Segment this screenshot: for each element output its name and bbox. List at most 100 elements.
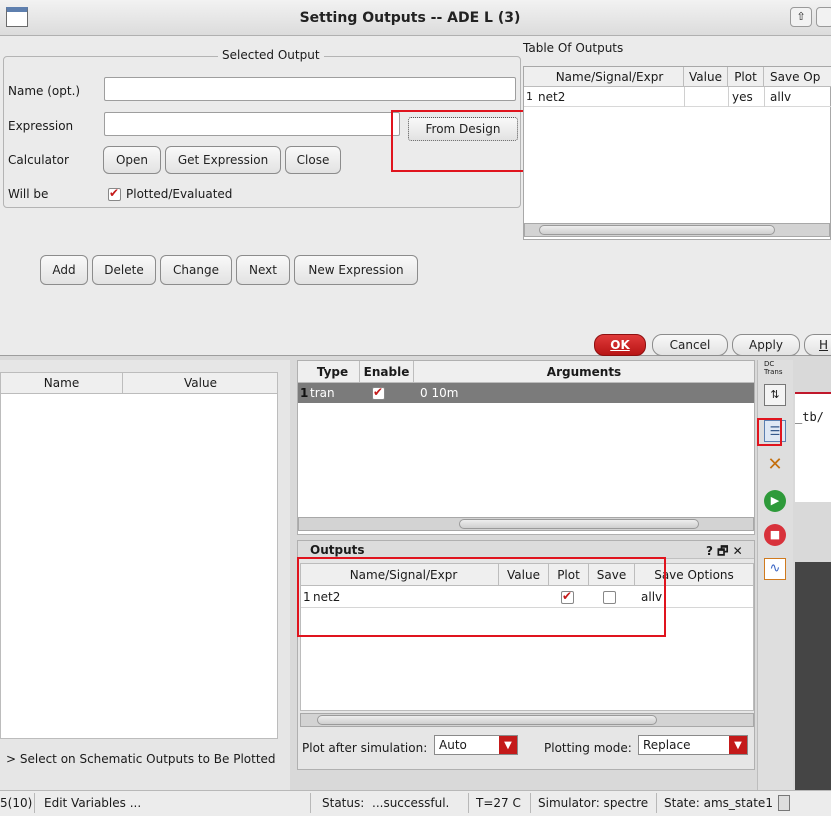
analyses-col-type: Type [306,361,360,382]
table-of-outputs-label: Table Of Outputs [523,41,624,55]
status-temperature: T=27 C [476,796,521,810]
outputs-title: Outputs [310,543,365,557]
analyses-enable-checkbox[interactable] [372,385,385,400]
expression-label: Expression [8,119,74,133]
apply-button[interactable]: Apply [732,334,800,356]
help-label: H [819,338,829,352]
toc-col-value: Value [684,67,728,86]
plot-after-label: Plot after simulation: [302,741,428,755]
analyses-row[interactable]: 1 tran 0 10m [298,383,754,403]
variables-col-name: Name [1,373,123,393]
analyses-scroll-thumb[interactable] [459,519,699,529]
outputs-plot-checkbox[interactable] [561,589,574,604]
run-icon[interactable]: ▶ [764,490,786,512]
right-pane-upper: _tb/ [795,392,831,502]
path-fragment: _tb/ [795,410,824,424]
dialog-title-bar: Setting Outputs -- ADE L (3) ⇧ [0,0,831,36]
waveform-icon[interactable]: ∿ [764,558,786,580]
add-button[interactable]: Add [40,255,88,285]
table-of-outputs-scroll-thumb[interactable] [539,225,775,235]
plot-after-value: Auto [439,738,467,752]
outputs-panel: Outputs ? 🗗 ✕ Name/Signal/Expr Value Plo… [297,540,755,770]
setup-outputs-icon[interactable]: ☰ [764,420,786,442]
analyses-header: Type Enable Arguments [298,361,754,383]
plot-after-select[interactable]: Auto ▼ [434,735,518,755]
analyses-h-scrollbar[interactable] [298,517,754,531]
table-of-outputs: Name/Signal/Expr Value Plot Save Op 1 ne… [523,66,831,240]
plot-after-dropdown-icon: ▼ [499,736,517,754]
from-design-button[interactable]: From Design [408,117,518,141]
variables-panel: Name Value > Select on Schematic Outputs… [0,360,290,795]
variables-table-header: Name Value [0,372,278,394]
outputs-col-name: Name/Signal/Expr [309,564,499,585]
name-label: Name (opt.) [8,84,81,98]
outputs-col-save-options: Save Options [654,567,734,582]
setting-outputs-dialog: Setting Outputs -- ADE L (3) ⇧ Selected … [0,0,831,356]
calculator-close-button[interactable]: Close [285,146,341,174]
plotted-evaluated-label: Plotted/Evaluated [126,187,233,201]
dc-trans-label: DC Trans [764,360,783,376]
outputs-table: Name/Signal/Expr Value Plot Save Save Op… [300,563,754,711]
ok-button[interactable]: OK [594,334,646,356]
will-be-label: Will be [8,187,49,201]
outputs-row-name: net2 [313,590,341,604]
cancel-button[interactable]: Cancel [652,334,728,356]
status-value: ...successful. [372,796,450,810]
toc-row-index: 1 [526,90,533,103]
outputs-table-header: Name/Signal/Expr Value Plot Save Save Op… [301,564,753,586]
sort-icon[interactable]: ⇅ [764,384,786,406]
outputs-h-scrollbar[interactable] [300,713,754,727]
analyses-col-enable: Enable [360,361,414,382]
toc-row-save: allv [770,90,792,104]
get-expression-button[interactable]: Get Expression [165,146,281,174]
outputs-row-index: 1 [303,590,311,604]
right-toolbar: DC Trans ⇅ ☰ ✕ ▶ ■ ∿ [757,360,793,790]
toc-row-name: net2 [538,90,566,104]
apply-label: Apply [749,338,783,352]
next-button[interactable]: Next [236,255,290,285]
analyses-panel: Type Enable Arguments 1 tran 0 10m [297,360,755,535]
resize-grip[interactable] [778,795,790,811]
stop-icon[interactable]: ■ [764,524,786,546]
window-shade-icon[interactable]: ⇧ [790,7,812,27]
ok-label: OK [610,338,630,352]
toc-col-plot: Plot [728,67,764,86]
change-button[interactable]: Change [160,255,232,285]
table-of-outputs-header: Name/Signal/Expr Value Plot Save Op [524,67,831,87]
window-restore-icon[interactable] [816,7,831,27]
delete-button[interactable]: Delete [92,255,156,285]
table-of-outputs-h-scrollbar[interactable] [524,223,830,237]
outputs-title-controls[interactable]: ? 🗗 ✕ [706,542,743,563]
toc-row-plot: yes [732,90,753,104]
outputs-row-save-options: allv [641,590,663,604]
calculator-open-button[interactable]: Open [103,146,161,174]
plotting-mode-value: Replace [643,738,691,752]
outputs-row[interactable]: 1 net2 allv [301,586,753,608]
table-of-outputs-row[interactable]: 1 net2 yes allv [524,87,831,107]
new-expression-button[interactable]: New Expression [294,255,418,285]
status-bar: 5(10) Edit Variables ... Status: ...succ… [0,790,831,816]
name-input[interactable] [104,77,516,101]
right-pane-lower [795,562,831,792]
outputs-col-save: Save [589,564,635,585]
help-button[interactable]: H [804,334,831,356]
calculator-label: Calculator [8,153,69,167]
toc-col-save: Save Op [770,69,821,84]
plotting-mode-dropdown-icon: ▼ [729,736,747,754]
outputs-title-bar: Outputs ? 🗗 ✕ [298,541,754,559]
analyses-col-arguments: Arguments [546,364,622,379]
outputs-save-checkbox[interactable] [603,591,616,604]
status-simulator: Simulator: spectre [538,796,649,810]
plotting-mode-select[interactable]: Replace ▼ [638,735,748,755]
variables-table-body [0,394,278,739]
status-state: State: ams_state1 [664,796,773,810]
outputs-scroll-thumb[interactable] [317,715,657,725]
status-label: Status: [322,796,365,810]
plotted-evaluated-checkbox[interactable] [108,186,121,201]
expression-input[interactable] [104,112,400,136]
plotting-mode-label: Plotting mode: [544,741,632,755]
delete-icon[interactable]: ✕ [764,454,786,476]
status-left-count: 5(10) [0,796,33,810]
outputs-col-value: Value [499,564,549,585]
edit-variables-status: Edit Variables ... [44,796,142,810]
